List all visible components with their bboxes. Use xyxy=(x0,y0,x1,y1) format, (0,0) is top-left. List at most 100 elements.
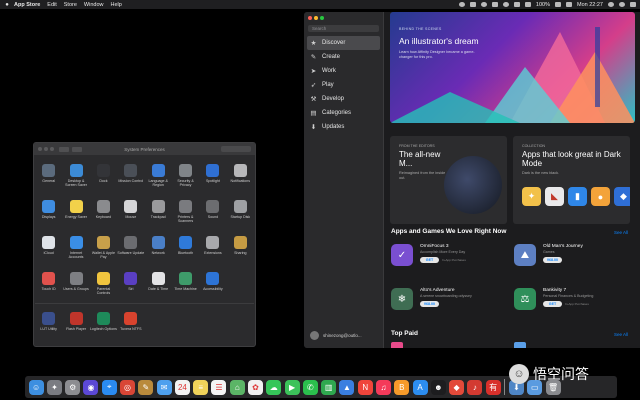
sidebar-item-categories[interactable]: ▤ Categories xyxy=(304,106,383,120)
pref-pane-security[interactable]: Security & Privacy xyxy=(172,159,199,192)
pref-pane-network[interactable]: Network xyxy=(145,231,172,264)
finder-icon[interactable]: ☺ xyxy=(28,379,44,395)
pref-pane-flash[interactable]: Flash Player xyxy=(62,307,89,340)
pref-pane-disk[interactable]: Startup Disk xyxy=(227,195,254,228)
numbers-icon[interactable]: ▥ xyxy=(321,379,337,395)
get-button[interactable]: GET xyxy=(420,257,439,263)
app-listing[interactable]: ⛰ Old Man's Journey Games ¥68.00 xyxy=(514,242,624,280)
notes-icon[interactable]: ≡ xyxy=(193,379,209,395)
pref-pane-mouse[interactable]: Mouse xyxy=(117,195,144,228)
siri-menu-icon[interactable] xyxy=(619,2,625,7)
sidebar-item-play[interactable]: ➶ Play xyxy=(304,78,383,92)
see-all-link[interactable]: See All xyxy=(614,230,628,235)
search-menu-icon[interactable] xyxy=(608,2,614,7)
pref-pane-clock[interactable]: Date & Time xyxy=(145,267,172,300)
maps-icon[interactable]: ⌂ xyxy=(229,379,245,395)
search-input[interactable]: Search xyxy=(308,25,379,32)
account-button[interactable]: shinezong@outlo... xyxy=(310,331,362,340)
pref-pane-update[interactable]: Software Update xyxy=(117,231,144,264)
pref-pane-wallet[interactable]: Wallet & Apple Pay xyxy=(90,231,117,264)
books-icon[interactable]: B xyxy=(394,379,410,395)
menu-store[interactable]: Store xyxy=(64,2,77,8)
youdao-icon[interactable]: 有 xyxy=(485,379,501,395)
pref-pane-parental[interactable]: Parental Controls xyxy=(90,267,117,300)
wechat-icon[interactable]: ✆ xyxy=(302,379,318,395)
apple-menu-icon[interactable]: ● xyxy=(0,2,14,8)
pref-pane-extensions[interactable]: Extensions xyxy=(199,231,226,264)
pref-pane-displays[interactable]: Displays xyxy=(35,195,62,228)
menu-edit[interactable]: Edit xyxy=(47,2,56,8)
top-paid-app-icon[interactable] xyxy=(391,342,403,348)
qq-icon[interactable]: ☻ xyxy=(430,379,446,395)
top-paid-app-icon[interactable] xyxy=(514,342,526,348)
pref-pane-language[interactable]: Language & Region xyxy=(145,159,172,192)
chrome-icon[interactable]: ◎ xyxy=(120,379,136,395)
launchpad-icon[interactable]: ✦ xyxy=(46,379,62,395)
search-input[interactable] xyxy=(221,146,251,152)
status-icon-b[interactable] xyxy=(469,2,476,7)
sidebar-item-updates[interactable]: ⬇ Updates xyxy=(304,120,383,134)
game-icon[interactable]: ◆ xyxy=(449,379,465,395)
messages-icon[interactable]: ☁ xyxy=(266,379,282,395)
pref-pane-siri[interactable]: Siri xyxy=(117,267,144,300)
pref-pane-bluetooth[interactable]: Bluetooth xyxy=(172,231,199,264)
safari-icon[interactable]: ⌖ xyxy=(101,379,117,395)
volume-icon[interactable] xyxy=(524,2,531,7)
netease-music-icon[interactable]: ♪ xyxy=(467,379,483,395)
pref-pane-general[interactable]: General xyxy=(35,159,62,192)
pref-pane-tuxera[interactable]: Tuxera NTFS xyxy=(117,307,144,340)
pref-pane-spotlight[interactable]: Spotlight xyxy=(199,159,226,192)
wifi-icon[interactable] xyxy=(513,2,520,7)
editors-story-card[interactable]: FROM THE EDITORS The all-new M... Reimag… xyxy=(390,136,507,224)
pref-pane-icloud[interactable]: iCloud xyxy=(35,231,62,264)
photos-icon[interactable]: ✿ xyxy=(248,379,264,395)
keynote-icon[interactable]: ▲ xyxy=(339,379,355,395)
see-all-link[interactable]: See All xyxy=(614,332,628,337)
get-button[interactable]: ¥68.00 xyxy=(543,257,562,263)
sidebar-item-create[interactable]: ✎ Create xyxy=(304,50,383,64)
battery-icon[interactable] xyxy=(555,2,561,7)
pref-pane-desktop[interactable]: Desktop & Screen Saver xyxy=(62,159,89,192)
pref-pane-trackpad[interactable]: Trackpad xyxy=(145,195,172,228)
status-icon-d[interactable] xyxy=(491,2,498,7)
system-preferences-dock-icon[interactable]: ⚙ xyxy=(65,379,81,395)
app-listing[interactable]: ❄ Alto's Adventure A serene snowboarding… xyxy=(391,286,501,324)
dark-mode-collection-card[interactable]: COLLECTION Apps that look great in Dark … xyxy=(513,136,630,224)
news-icon[interactable]: N xyxy=(357,379,373,395)
pref-pane-sound[interactable]: Sound xyxy=(199,195,226,228)
sidebar-item-work[interactable]: ➤ Work xyxy=(304,64,383,78)
pref-pane-sharing[interactable]: Sharing xyxy=(227,231,254,264)
clock[interactable]: Mon 22:27 xyxy=(577,2,603,8)
pref-pane-accessibility[interactable]: Accessibility xyxy=(199,267,226,300)
status-icon-e[interactable] xyxy=(502,2,509,7)
reminders-icon[interactable]: ☰ xyxy=(211,379,227,395)
battery-percent[interactable]: 100% xyxy=(536,2,550,8)
menu-help[interactable]: Help xyxy=(110,2,121,8)
pref-pane-dock[interactable]: Dock xyxy=(90,159,117,192)
pref-pane-mission-control[interactable]: Mission Control xyxy=(117,159,144,192)
pref-pane-energy[interactable]: Energy Saver xyxy=(62,195,89,228)
app-listing[interactable]: ⚖ Bankivity 7 Personal Finances & Budget… xyxy=(514,286,624,324)
hero-story-card[interactable]: BEHIND THE SCENES An illustrator's dream… xyxy=(390,12,635,123)
pref-pane-notifications[interactable]: Notifications xyxy=(227,159,254,192)
get-button[interactable]: GET xyxy=(543,301,562,307)
facetime-icon[interactable]: ▶ xyxy=(284,379,300,395)
calendar-icon[interactable]: 24 xyxy=(174,379,190,395)
pref-pane-logitech[interactable]: Logitech Options xyxy=(90,307,117,340)
input-source-icon[interactable] xyxy=(566,2,572,7)
pref-pane-keyboard[interactable]: Keyboard xyxy=(90,195,117,228)
status-icon-c[interactable] xyxy=(480,2,487,7)
pref-pane-time-machine[interactable]: Time Machine xyxy=(172,267,199,300)
status-icon-a[interactable] xyxy=(458,2,465,7)
zoom-button[interactable] xyxy=(320,16,324,20)
app-store-icon[interactable]: A xyxy=(412,379,428,395)
pref-pane-at[interactable]: Internet Accounts xyxy=(62,231,89,264)
pref-pane-fingerprint[interactable]: Touch ID xyxy=(35,267,62,300)
notification-center-icon[interactable] xyxy=(630,2,636,7)
sidebar-item-develop[interactable]: ⚒ Develop xyxy=(304,92,383,106)
get-button[interactable]: ¥68.00 xyxy=(420,301,439,307)
mail-icon[interactable]: ✉ xyxy=(156,379,172,395)
pref-pane-printer[interactable]: Printers & Scanners xyxy=(172,195,199,228)
menu-app-name[interactable]: App Store xyxy=(14,2,40,8)
menu-window[interactable]: Window xyxy=(84,2,104,8)
